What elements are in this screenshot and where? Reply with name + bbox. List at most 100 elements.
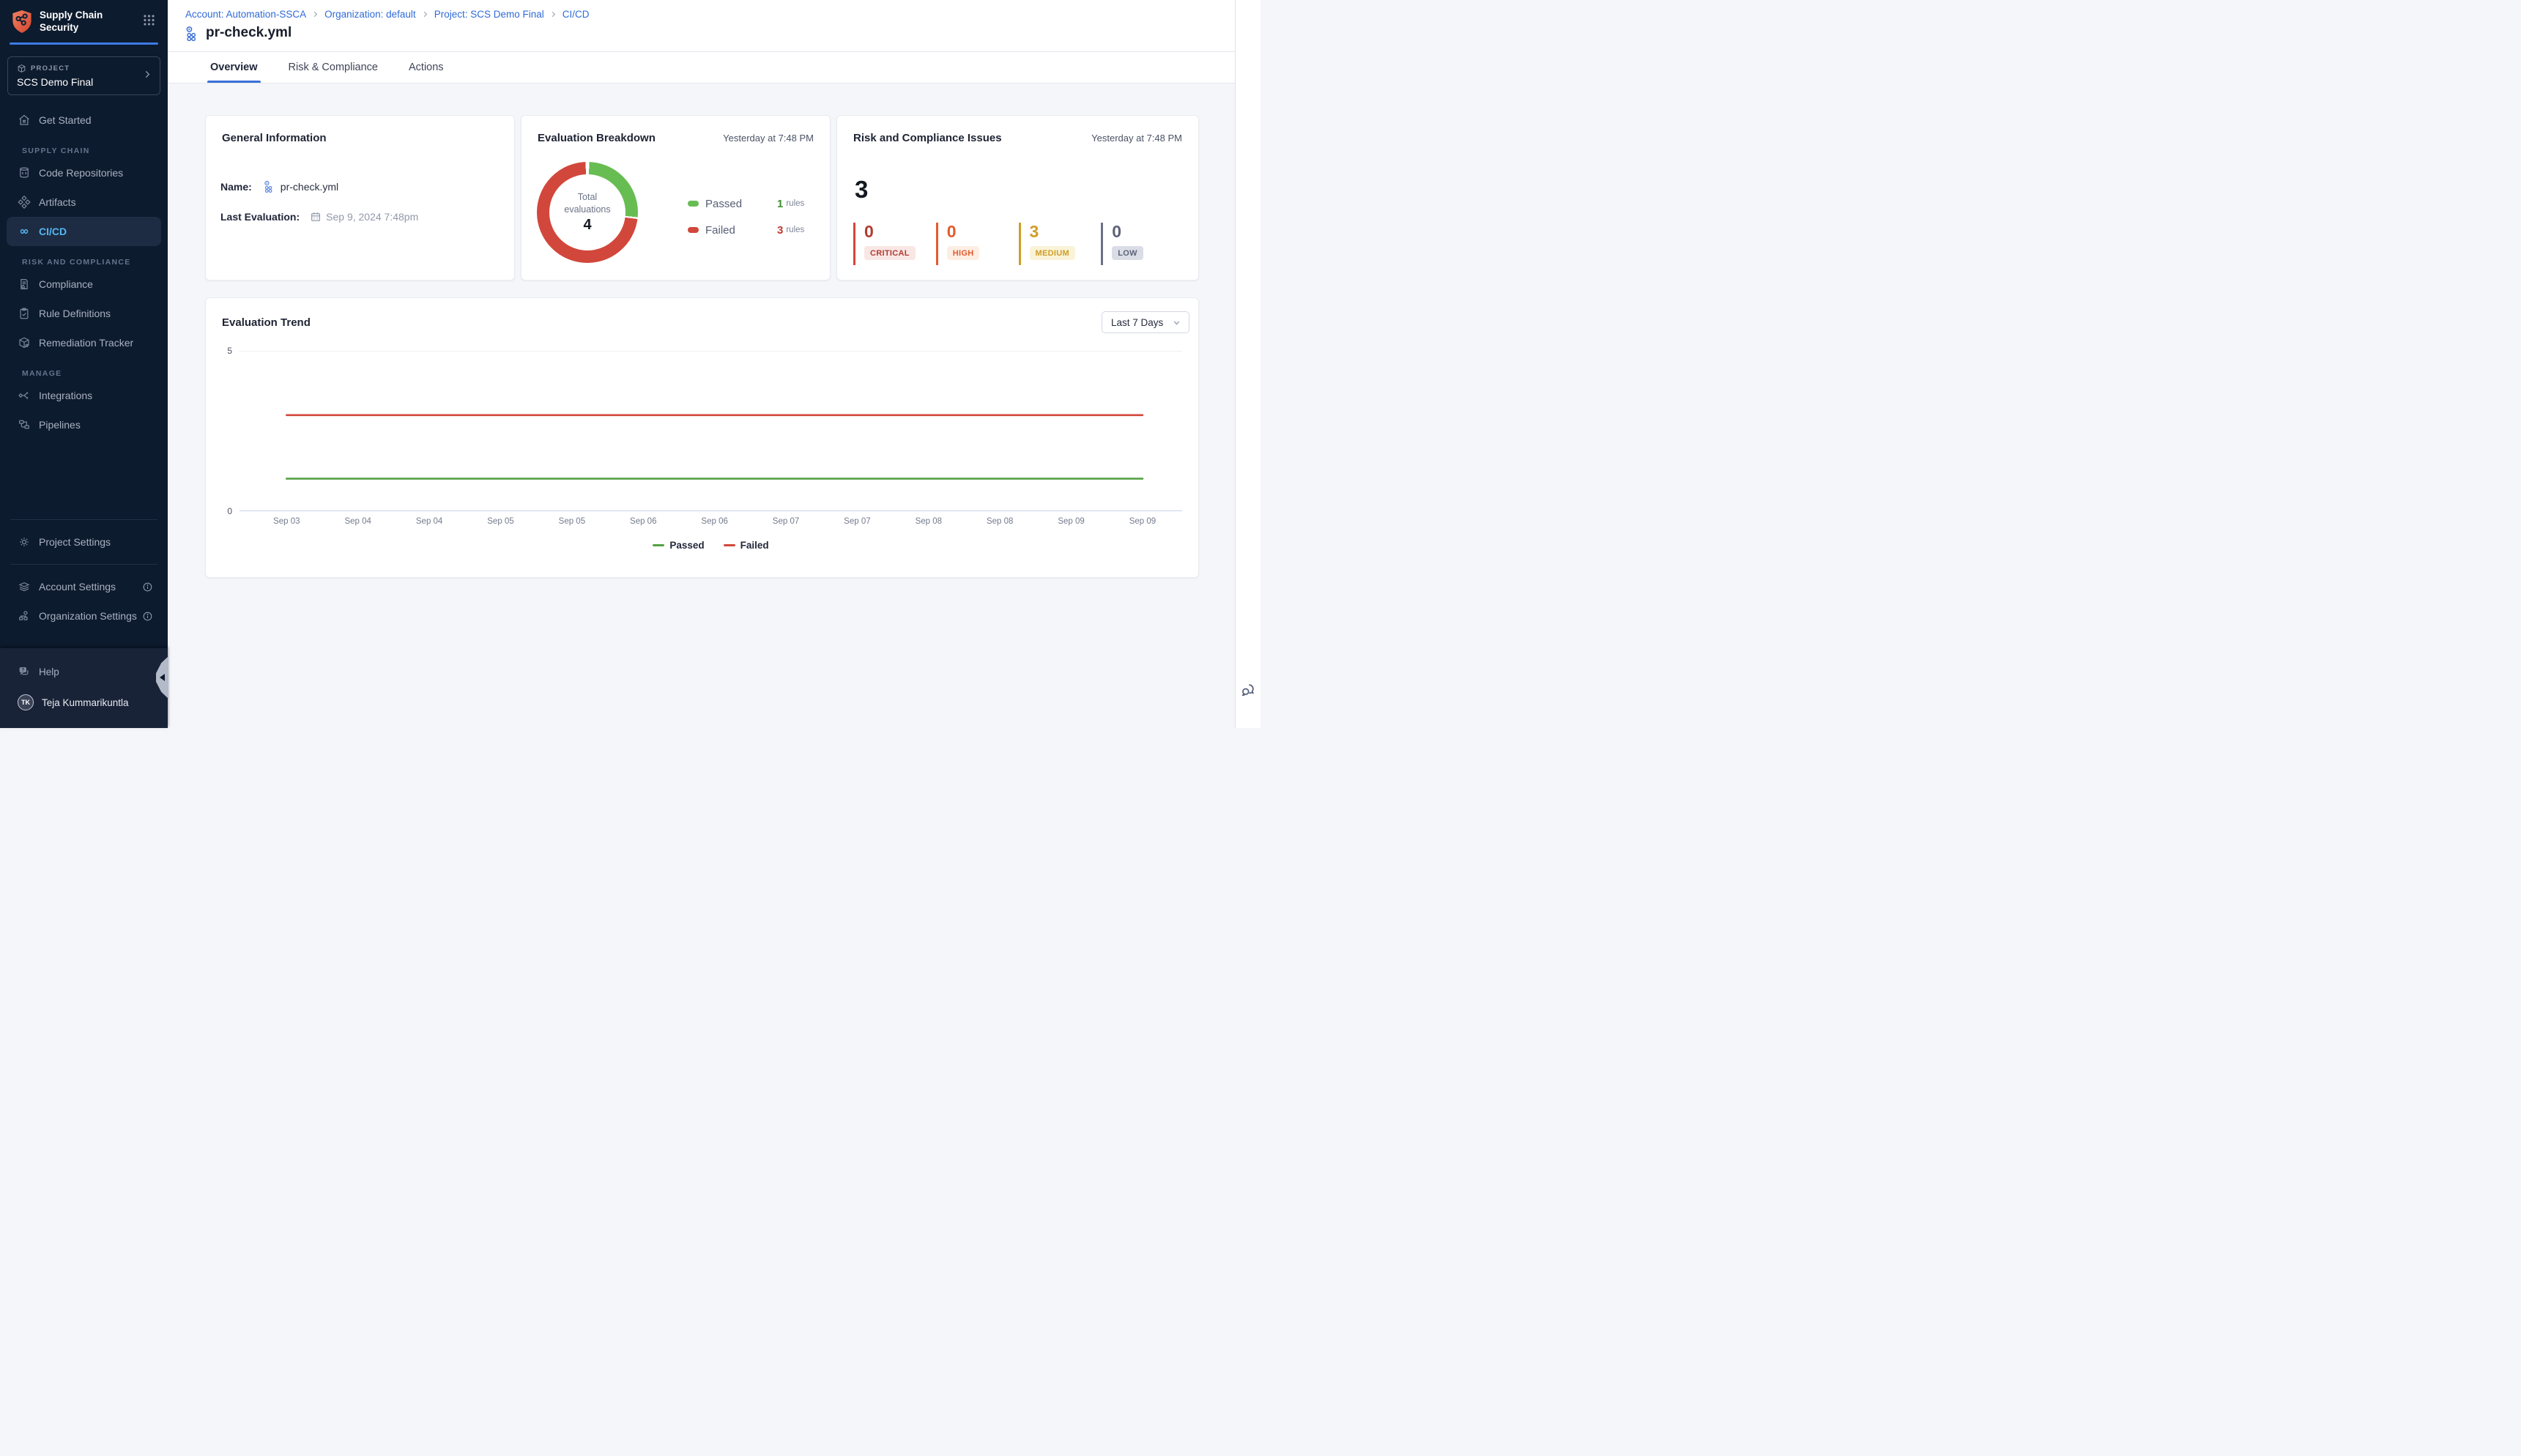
x-axis-tick-label: Sep 06 (701, 517, 727, 526)
tab-risk-compliance[interactable]: Risk & Compliance (289, 62, 379, 83)
main-area: Account: Automation-SSCA Organization: d… (168, 0, 1235, 728)
passed-label: Passed (705, 198, 758, 210)
sidebar-item-remediation-tracker[interactable]: Remediation Tracker (0, 328, 168, 357)
x-axis-tick-label: Sep 03 (273, 517, 300, 526)
tab-actions[interactable]: Actions (409, 62, 444, 83)
x-axis-tick-label: Sep 05 (559, 517, 585, 526)
trend-lines (240, 351, 1182, 511)
breadcrumb-organization[interactable]: Organization: default (324, 9, 416, 20)
sidebar-item-pipelines[interactable]: Pipelines (0, 410, 168, 439)
pipeline-icon (264, 180, 276, 193)
sidebar-item-code-repositories[interactable]: Code Repositories (0, 158, 168, 187)
pipelines-icon (18, 418, 31, 431)
sidebar-item-help[interactable]: ? Help (0, 657, 168, 686)
y-axis-max-label: 5 (213, 346, 232, 356)
project-box-icon (17, 64, 26, 73)
card-title: Evaluation Breakdown (538, 132, 656, 144)
chevron-right-icon (549, 10, 557, 18)
high-badge: HIGH (947, 246, 980, 260)
severity-high: 0 HIGH (936, 223, 1019, 265)
failed-count: 3 (777, 224, 783, 237)
org-gear-icon (18, 609, 31, 623)
user-avatar: TK (18, 694, 34, 710)
chevron-right-icon (311, 10, 319, 18)
info-icon[interactable] (142, 582, 153, 593)
x-axis-tick-label: Sep 08 (987, 517, 1013, 526)
time-range-value: Last 7 Days (1111, 317, 1163, 328)
card-title: Evaluation Trend (222, 316, 311, 329)
sidebar-item-label: Code Repositories (39, 167, 123, 179)
passed-count: 1 (777, 198, 783, 210)
name-value: pr-check.yml (281, 181, 338, 193)
legend-row-failed: Failed 3 rules (688, 217, 804, 243)
compliance-doc-icon (18, 278, 31, 291)
card-title: General Information (222, 132, 327, 144)
passed-swatch-icon (688, 201, 699, 207)
sidebar-item-integrations[interactable]: Integrations (0, 381, 168, 410)
sidebar-item-label: Remediation Tracker (39, 337, 133, 349)
pipeline-icon (185, 26, 201, 41)
general-information-card: General Information Name: pr-check.yml (205, 115, 515, 281)
sidebar-item-account-settings[interactable]: Account Settings (0, 572, 168, 601)
sidebar-item-cicd[interactable]: CI/CD (7, 217, 161, 246)
info-icon[interactable] (142, 611, 153, 622)
sidebar-item-project-settings[interactable]: Project Settings (0, 527, 168, 557)
clipboard-check-icon (18, 307, 31, 320)
sidebar-item-organization-settings[interactable]: Organization Settings (0, 601, 168, 631)
x-axis-tick-label: Sep 05 (487, 517, 513, 526)
remediation-box-icon (18, 336, 31, 349)
content: General Information Name: pr-check.yml (168, 83, 1235, 728)
sidebar-item-label: Artifacts (39, 196, 76, 208)
name-label: Name: (220, 181, 252, 193)
sidebar-item-get-started[interactable]: Get Started (0, 105, 168, 135)
total-evaluations-value: 4 (583, 217, 591, 234)
sidebar-item-label: Compliance (39, 278, 93, 290)
sidebar-item-label: Integrations (39, 390, 92, 401)
last-evaluation-value: Sep 9, 2024 7:48pm (326, 211, 418, 223)
home-icon (18, 114, 31, 127)
severity-low: 0 LOW (1101, 223, 1184, 265)
breadcrumb-project[interactable]: Project: SCS Demo Final (434, 9, 544, 20)
trend-chart-plot (240, 351, 1182, 511)
time-range-select[interactable]: Last 7 Days (1102, 311, 1189, 333)
critical-count: 0 (864, 223, 936, 241)
sidebar-item-label: Account Settings (39, 581, 116, 593)
chevron-right-icon (421, 10, 429, 18)
last-evaluation-label: Last Evaluation: (220, 211, 300, 223)
sidebar-spacer (0, 439, 168, 512)
user-name: Teja Kummarikuntla (42, 697, 129, 708)
passed-line-swatch-icon (653, 544, 664, 546)
page-header: Account: Automation-SSCA Organization: d… (168, 0, 1235, 52)
code-repository-icon (18, 166, 31, 179)
gear-icon (18, 535, 31, 549)
failed-label: Failed (705, 224, 758, 237)
page-title: pr-check.yml (206, 25, 292, 41)
name-row: Name: pr-check.yml (220, 180, 338, 193)
breadcrumb-account[interactable]: Account: Automation-SSCA (185, 9, 306, 20)
tab-overview[interactable]: Overview (210, 62, 258, 83)
shield-logo-icon (11, 10, 33, 34)
evaluation-trend-card: Evaluation Trend Last 7 Days 5 0 Sep 03 S… (205, 297, 1199, 578)
x-axis-tick-label: Sep 07 (844, 517, 870, 526)
chat-support-icon[interactable] (1240, 682, 1256, 702)
y-axis-min-label: 0 (213, 506, 232, 516)
severity-critical: 0 CRITICAL (853, 223, 936, 265)
module-grid-icon[interactable] (142, 13, 156, 31)
x-axis-tick-label: Sep 09 (1129, 517, 1156, 526)
sidebar-item-rule-definitions[interactable]: Rule Definitions (0, 299, 168, 328)
legend-row-passed: Passed 1 rules (688, 190, 804, 217)
legend-item-passed: Passed (653, 540, 704, 551)
breadcrumb-cicd[interactable]: CI/CD (563, 9, 590, 20)
sidebar-item-compliance[interactable]: Compliance (0, 270, 168, 299)
low-count: 0 (1112, 223, 1184, 241)
sidebar-item-label: Get Started (39, 114, 92, 126)
integrations-icon (18, 389, 31, 402)
svg-text:?: ? (21, 669, 24, 673)
app-window: Supply ChainSecurity PROJECT SC (0, 0, 1260, 728)
breadcrumb: Account: Automation-SSCA Organization: d… (185, 9, 1235, 20)
x-axis-tick-label: Sep 09 (1058, 517, 1084, 526)
severity-medium: 3 MEDIUM (1019, 223, 1102, 265)
sidebar-user-row[interactable]: TK Teja Kummarikuntla (0, 686, 168, 718)
project-selector[interactable]: PROJECT SCS Demo Final (7, 56, 160, 95)
sidebar-item-artifacts[interactable]: Artifacts (0, 187, 168, 217)
